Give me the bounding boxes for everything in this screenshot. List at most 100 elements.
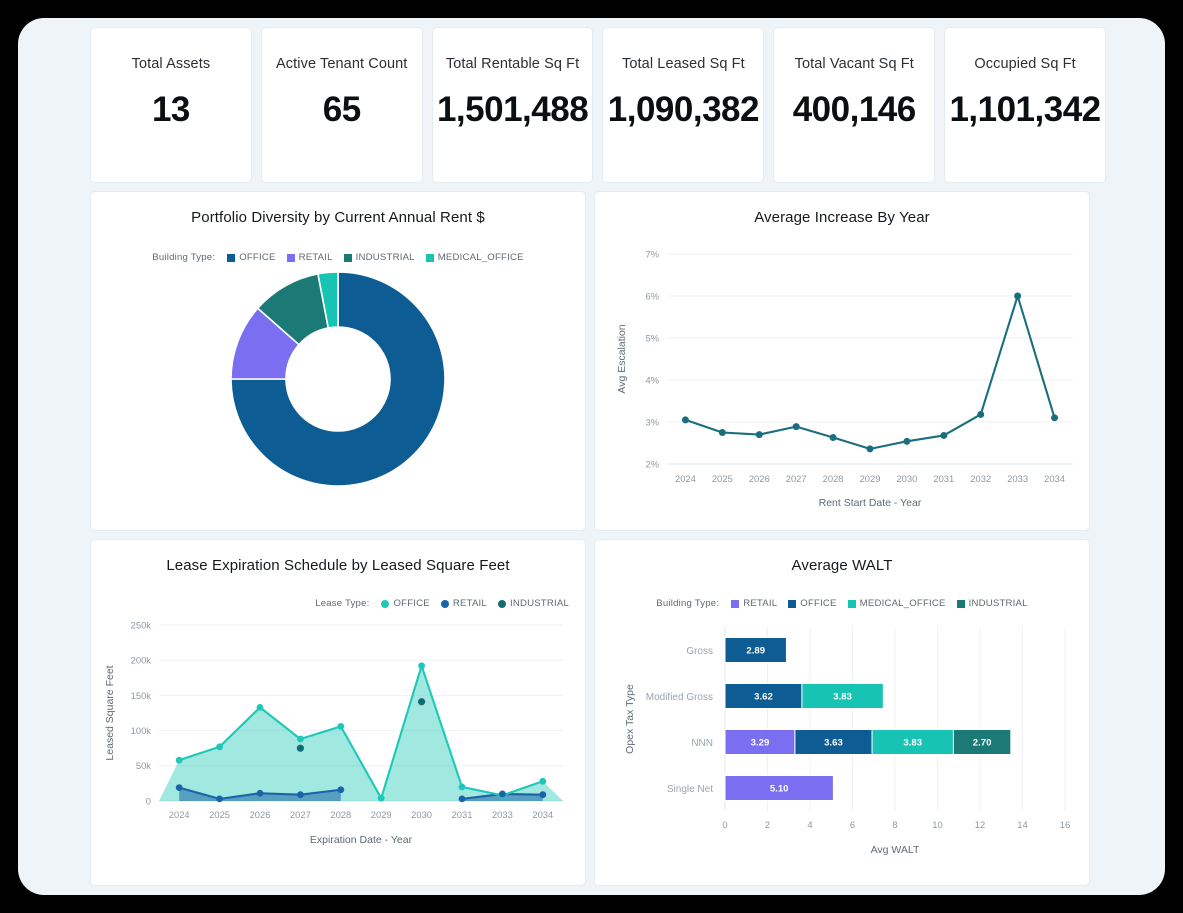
panel-portfolio-diversity: Portfolio Diversity by Current Annual Re… bbox=[90, 191, 586, 531]
legend-item[interactable]: OFFICE bbox=[227, 252, 275, 263]
area-point-retail[interactable] bbox=[176, 784, 183, 791]
legend-item-label: OFFICE bbox=[800, 598, 836, 609]
y-tick-label: 4% bbox=[645, 374, 659, 385]
kpi-value: 13 bbox=[152, 90, 190, 130]
legend-item-label: OFFICE bbox=[393, 598, 429, 609]
area-point-retail[interactable] bbox=[297, 791, 304, 798]
line-point[interactable] bbox=[867, 445, 874, 452]
panel-lease-expiration-schedule: Lease Expiration Schedule by Leased Squa… bbox=[90, 539, 586, 886]
area-point-retail[interactable] bbox=[216, 795, 223, 802]
kpi-value: 400,146 bbox=[793, 90, 916, 130]
line-point[interactable] bbox=[1051, 414, 1058, 421]
x-tick-label: 2027 bbox=[786, 473, 807, 484]
kpi-label: Occupied Sq Ft bbox=[974, 56, 1075, 72]
legend-item[interactable]: INDUSTRIAL bbox=[498, 598, 569, 609]
legend-item-label: INDUSTRIAL bbox=[356, 252, 415, 263]
legend-item[interactable]: RETAIL bbox=[731, 598, 777, 609]
kpi-card-occupied-sq-ft[interactable]: Occupied Sq Ft 1,101,342 bbox=[944, 27, 1106, 183]
area-point-office[interactable] bbox=[378, 795, 385, 802]
legend-title: Building Type: bbox=[152, 252, 215, 263]
kpi-row: Total Assets 13 Active Tenant Count 65 T… bbox=[90, 27, 1106, 183]
kpi-card-total-vacant-sq-ft[interactable]: Total Vacant Sq Ft 400,146 bbox=[773, 27, 935, 183]
legend-item[interactable]: RETAIL bbox=[287, 252, 333, 263]
kpi-card-total-assets[interactable]: Total Assets 13 bbox=[90, 27, 252, 183]
area-point-industrial[interactable] bbox=[418, 698, 425, 705]
x-tick-label: 2024 bbox=[675, 473, 696, 484]
x-tick-label: 2028 bbox=[823, 473, 844, 484]
x-tick-label: 6 bbox=[850, 819, 855, 830]
legend-swatch-square-icon bbox=[731, 600, 739, 608]
x-axis-title: Expiration Date - Year bbox=[310, 834, 413, 846]
kpi-card-total-leased-sq-ft[interactable]: Total Leased Sq Ft 1,090,382 bbox=[602, 27, 764, 183]
area-point-retail[interactable] bbox=[539, 791, 546, 798]
x-tick-label: 2034 bbox=[532, 809, 553, 820]
donut-chart[interactable] bbox=[91, 269, 585, 519]
panel-title: Average WALT bbox=[595, 557, 1089, 574]
kpi-card-active-tenant-count[interactable]: Active Tenant Count 65 bbox=[261, 27, 423, 183]
area-point-office[interactable] bbox=[297, 736, 304, 743]
area-fill-office bbox=[159, 666, 563, 801]
x-tick-label: 2029 bbox=[371, 809, 392, 820]
x-tick-label: 2031 bbox=[933, 473, 954, 484]
line-series-avg-escalation[interactable] bbox=[685, 296, 1054, 449]
area-point-office[interactable] bbox=[176, 757, 183, 764]
line-point[interactable] bbox=[830, 434, 837, 441]
area-point-office[interactable] bbox=[216, 743, 223, 750]
x-tick-label: 2027 bbox=[290, 809, 311, 820]
y-tick-label: 100k bbox=[131, 725, 152, 736]
line-point[interactable] bbox=[682, 416, 689, 423]
line-chart[interactable]: 2%3%4%5%6%7%2024202520262027202820292030… bbox=[595, 236, 1089, 531]
walt-bar-value: 2.89 bbox=[746, 646, 765, 657]
y-axis-title: Leased Square Feet bbox=[104, 665, 116, 760]
kpi-card-total-rentable-sq-ft[interactable]: Total Rentable Sq Ft 1,501,488 bbox=[432, 27, 594, 183]
walt-category-label: Modified Gross bbox=[646, 692, 713, 703]
legend-item[interactable]: OFFICE bbox=[788, 598, 836, 609]
x-tick-label: 2030 bbox=[411, 809, 432, 820]
walt-chart[interactable]: 0246810121416Gross2.89Modified Gross3.62… bbox=[595, 613, 1089, 875]
legend-item-label: RETAIL bbox=[453, 598, 487, 609]
walt-legend: Building Type: RETAILOFFICEMEDICAL_OFFIC… bbox=[595, 598, 1089, 609]
kpi-label: Active Tenant Count bbox=[276, 56, 407, 72]
legend-item[interactable]: INDUSTRIAL bbox=[344, 252, 415, 263]
area-point-office[interactable] bbox=[459, 784, 466, 791]
line-point[interactable] bbox=[903, 438, 910, 445]
line-point[interactable] bbox=[793, 423, 800, 430]
area-point-retail[interactable] bbox=[337, 786, 344, 793]
area-point-retail[interactable] bbox=[499, 791, 506, 798]
area-point-office[interactable] bbox=[539, 778, 546, 785]
legend-swatch-square-icon bbox=[788, 600, 796, 608]
line-point[interactable] bbox=[940, 432, 947, 439]
area-point-industrial[interactable] bbox=[297, 745, 304, 752]
area-point-retail[interactable] bbox=[257, 790, 264, 797]
y-tick-label: 5% bbox=[645, 332, 659, 343]
line-point[interactable] bbox=[977, 411, 984, 418]
kpi-value: 1,101,342 bbox=[949, 90, 1100, 130]
legend-item[interactable]: INDUSTRIAL bbox=[957, 598, 1028, 609]
x-tick-label: 16 bbox=[1060, 819, 1070, 830]
legend-item[interactable]: RETAIL bbox=[441, 598, 487, 609]
legend-swatch-square-icon bbox=[344, 254, 352, 262]
line-point[interactable] bbox=[756, 431, 763, 438]
walt-category-label: Gross bbox=[686, 646, 713, 657]
x-tick-label: 2031 bbox=[452, 809, 473, 820]
area-point-office[interactable] bbox=[337, 723, 344, 730]
legend-item[interactable]: OFFICE bbox=[381, 598, 429, 609]
area-point-office[interactable] bbox=[257, 704, 264, 711]
walt-bar-value: 3.29 bbox=[751, 738, 770, 749]
x-tick-label: 2 bbox=[765, 819, 770, 830]
line-point[interactable] bbox=[719, 429, 726, 436]
walt-category-label: NNN bbox=[691, 738, 713, 749]
line-point[interactable] bbox=[1014, 293, 1021, 300]
x-tick-label: 2032 bbox=[970, 473, 991, 484]
x-tick-label: 0 bbox=[722, 819, 727, 830]
legend-item[interactable]: MEDICAL_OFFICE bbox=[426, 252, 524, 263]
area-point-office[interactable] bbox=[418, 662, 425, 669]
area-point-retail[interactable] bbox=[459, 795, 466, 802]
x-axis-title: Avg WALT bbox=[871, 844, 920, 856]
walt-bar-value: 5.10 bbox=[770, 784, 789, 795]
y-tick-label: 0 bbox=[146, 795, 151, 806]
walt-bar-value: 2.70 bbox=[973, 738, 992, 749]
area-chart[interactable]: 050k100k150k200k250k20242025202620272028… bbox=[91, 611, 585, 871]
panel-title: Lease Expiration Schedule by Leased Squa… bbox=[91, 557, 585, 574]
legend-item[interactable]: MEDICAL_OFFICE bbox=[848, 598, 946, 609]
